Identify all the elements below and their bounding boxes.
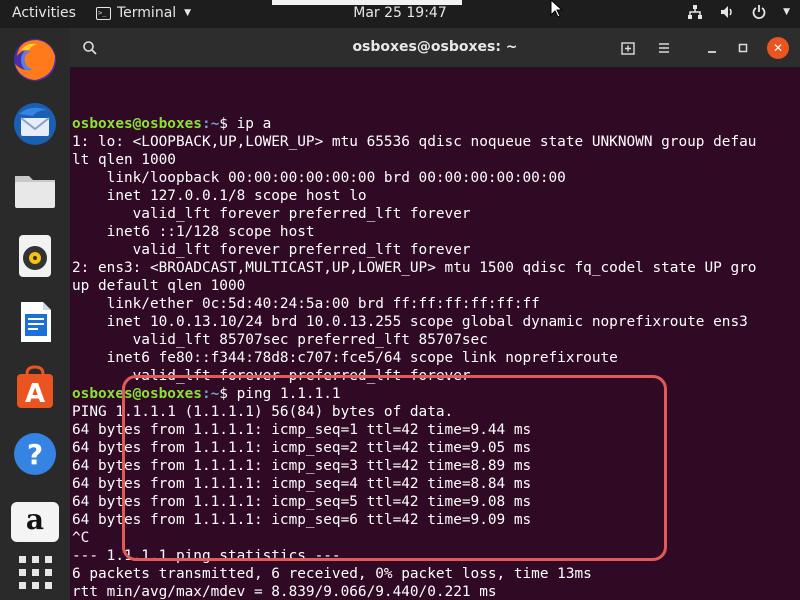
terminal-icon: >_ (96, 6, 111, 20)
show-applications-icon[interactable] (11, 548, 59, 596)
app-menu[interactable]: >_ Terminal ▼ (96, 5, 191, 21)
new-tab-icon[interactable] (618, 38, 638, 58)
chevron-down-icon: ▼ (783, 7, 790, 17)
window-title: osboxes@osboxes: ~ (352, 39, 518, 55)
output-line: inet 127.0.0.1/8 scope host lo (72, 188, 367, 204)
status-area[interactable]: ▼ (687, 4, 790, 20)
output-line: link/loopback 00:00:00:00:00:00 brd 00:0… (72, 170, 566, 186)
output-line: up default qlen 1000 (72, 278, 246, 294)
title-bar[interactable]: osboxes@osboxes: ~ ✕ (70, 28, 800, 68)
prompt-symbol: $ (219, 116, 237, 132)
mouse-pointer-icon (550, 0, 564, 18)
maximize-icon[interactable] (733, 38, 753, 58)
rhythmbox-icon[interactable] (11, 232, 59, 280)
output-line: lt qlen 1000 (72, 152, 176, 168)
clock[interactable]: Mar 25 19:47 (353, 5, 446, 21)
chevron-down-icon: ▼ (184, 8, 192, 18)
hamburger-menu-icon[interactable] (654, 38, 674, 58)
amazon-icon[interactable]: a (11, 502, 59, 542)
svg-text:?: ? (27, 438, 43, 471)
libreoffice-writer-icon[interactable] (11, 298, 59, 346)
terminal-window: osboxes@osboxes: ~ ✕ osboxes@osboxes:~$ … (70, 28, 800, 600)
output-line: 1: lo: <LOOPBACK,UP,LOWER_UP> mtu 65536 … (72, 134, 757, 150)
output-line: 2: ens3: <BROADCAST,MULTICAST,UP,LOWER_U… (72, 260, 757, 276)
prompt-line: osboxes@osboxes:~$ ip a (72, 115, 800, 133)
output-line: link/ether 0c:5d:40:24:5a:00 brd ff:ff:f… (72, 296, 540, 312)
output-line: valid_lft 85707sec preferred_lft 85707se… (72, 332, 488, 348)
output-line: inet6 fe80::f344:78d8:c707:fce5/64 scope… (72, 350, 618, 366)
activities-button[interactable]: Activities (12, 5, 76, 21)
output-line: rtt min/avg/max/mdev = 8.839/9.066/9.440… (72, 584, 497, 600)
network-icon (688, 5, 703, 19)
dock: A ? a (0, 28, 70, 600)
output-line: inet6 ::1/128 scope host (72, 224, 315, 240)
firefox-icon[interactable] (11, 36, 59, 84)
output-line: 6 packets transmitted, 6 received, 0% pa… (72, 566, 592, 582)
volume-icon (721, 6, 732, 18)
output-line: valid_lft forever preferred_lft forever (72, 206, 471, 222)
prompt-path: :~ (201, 116, 220, 132)
amazon-logo-letter: a (25, 503, 45, 536)
power-icon (752, 5, 766, 19)
output-line: valid_lft forever preferred_lft forever (72, 242, 471, 258)
files-icon[interactable] (11, 166, 59, 214)
command-text: ip a (236, 116, 272, 132)
thunderbird-icon[interactable] (11, 100, 59, 148)
svg-text:A: A (25, 379, 45, 409)
window-preview-strip (272, 0, 462, 5)
close-icon[interactable]: ✕ (767, 37, 789, 59)
app-menu-label: Terminal (117, 5, 177, 21)
output-line: inet 10.0.13.10/24 brd 10.0.13.255 scope… (72, 314, 748, 330)
help-icon[interactable]: ? (11, 430, 59, 478)
software-center-icon[interactable]: A (11, 364, 59, 412)
minimize-icon[interactable] (702, 38, 722, 58)
highlight-annotation (122, 375, 667, 561)
prompt-user-host: osboxes@osboxes (72, 116, 202, 132)
